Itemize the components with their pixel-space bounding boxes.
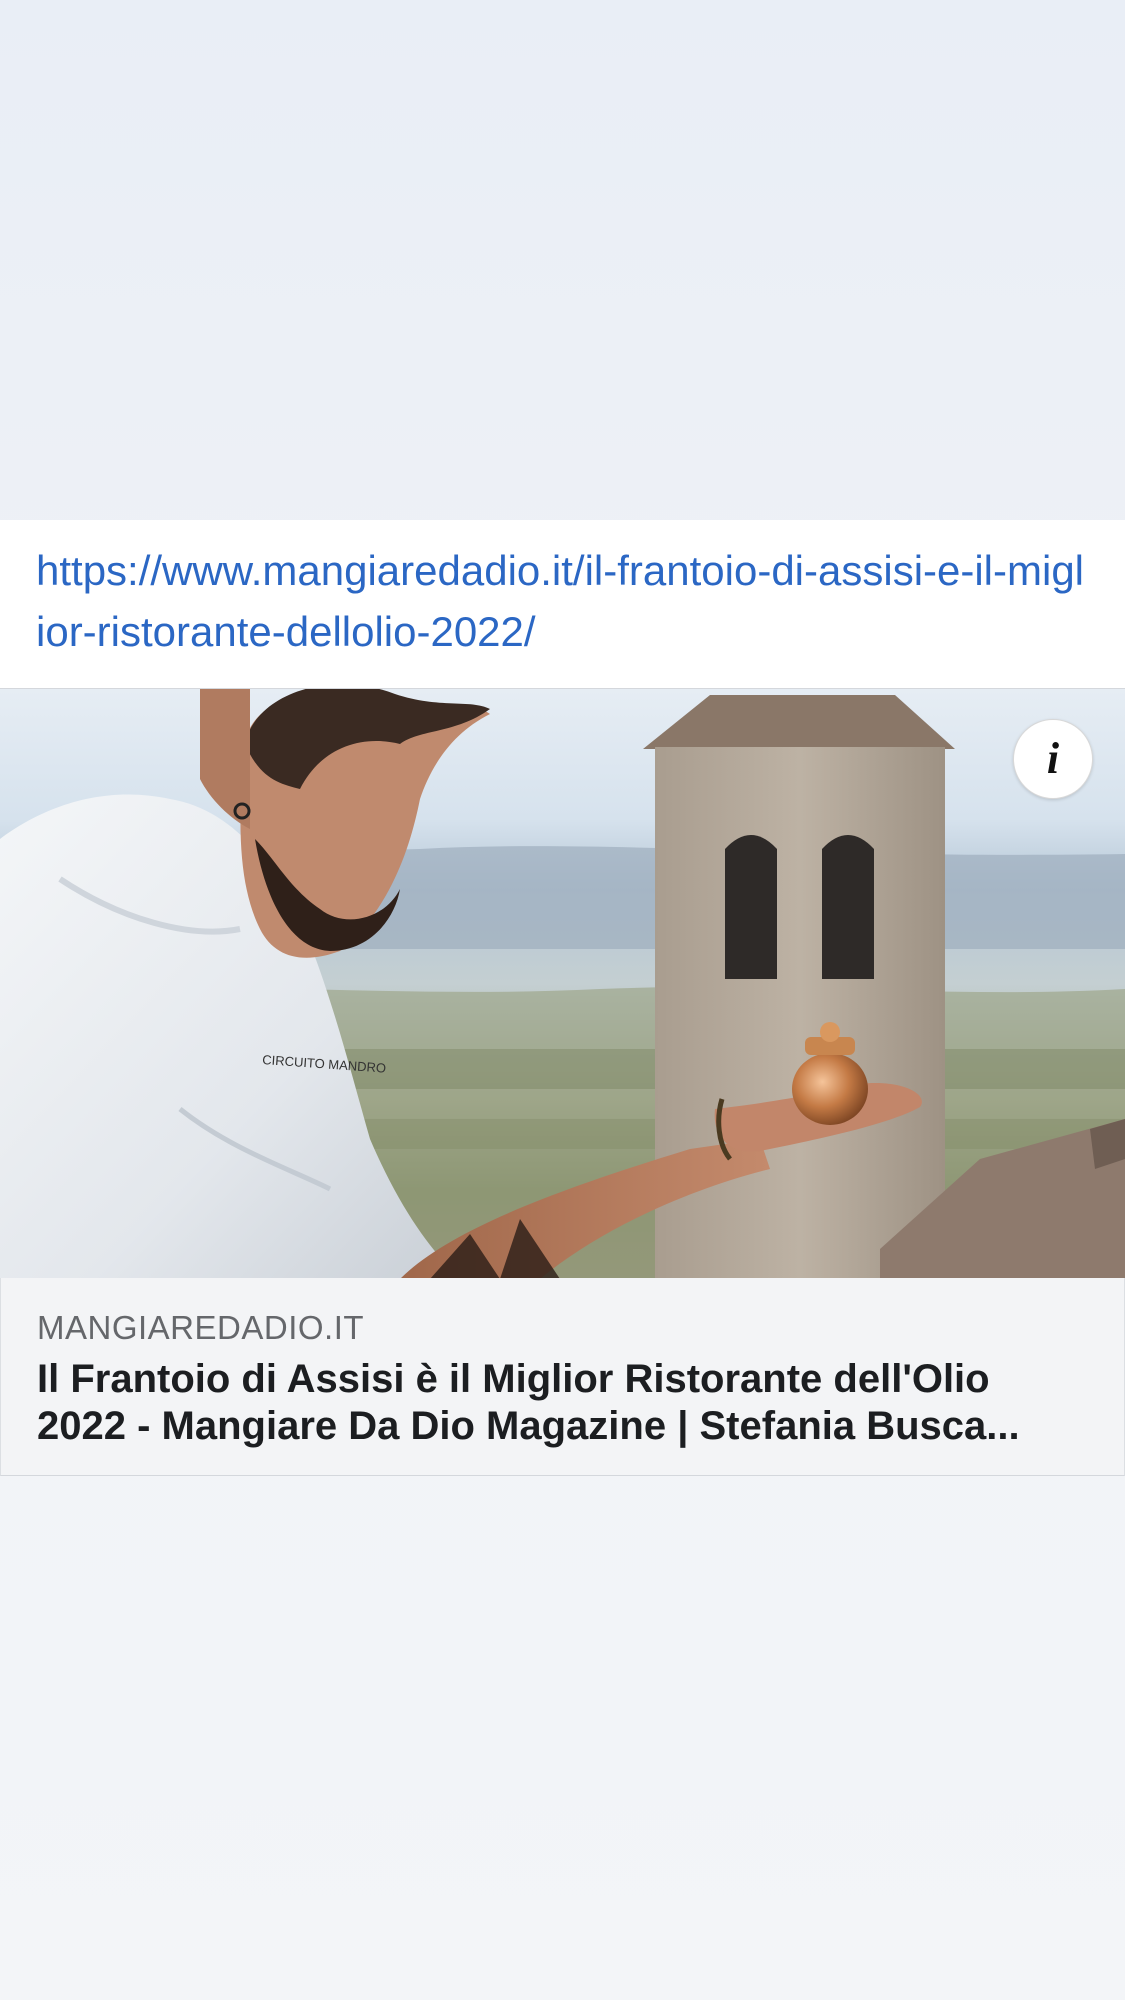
link-preview-card[interactable]: https://www.mangiaredadio.it/il-frantoio…: [0, 520, 1125, 1476]
post-url-link[interactable]: https://www.mangiaredadio.it/il-frantoio…: [36, 540, 1089, 662]
info-icon: i: [1046, 734, 1060, 783]
link-block: https://www.mangiaredadio.it/il-frantoio…: [0, 520, 1125, 688]
info-button[interactable]: i: [1013, 719, 1093, 799]
preview-image[interactable]: CIRCUITO MANDRO i: [0, 688, 1125, 1278]
preview-meta[interactable]: MANGIAREDADIO.IT Il Frantoio di Assisi è…: [0, 1278, 1125, 1476]
preview-photo: CIRCUITO MANDRO: [0, 689, 1125, 1278]
preview-title[interactable]: Il Frantoio di Assisi è il Miglior Risto…: [37, 1356, 1088, 1450]
preview-domain: MANGIAREDADIO.IT: [37, 1309, 365, 1346]
